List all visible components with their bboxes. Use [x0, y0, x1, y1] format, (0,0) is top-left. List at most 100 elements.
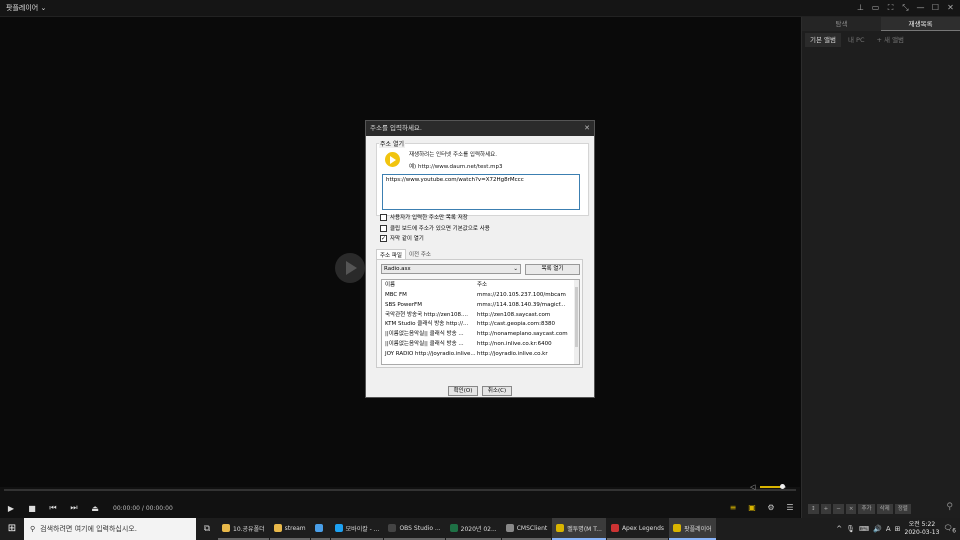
- play-icon[interactable]: [335, 253, 365, 283]
- taskbar-app[interactable]: OBS Studio ...: [384, 518, 445, 540]
- table-row[interactable]: MBC FM mms://210.105.237.100/mbcam: [382, 291, 579, 301]
- ime-icon[interactable]: A: [886, 525, 891, 533]
- task-view-icon[interactable]: ⧉: [196, 524, 218, 534]
- notification-icon[interactable]: 🗨6: [943, 524, 956, 534]
- search-icon[interactable]: ⚲: [946, 502, 953, 512]
- tab-my-pc[interactable]: 내 PC: [843, 33, 870, 47]
- checkbox-row-clipboard[interactable]: 클립 보드에 주소가 있으면 기본값으로 사용: [380, 224, 490, 232]
- table-row[interactable]: 국악관현 방송국 http://zen108.... http://zen108.…: [382, 311, 579, 321]
- taskbar-app[interactable]: 모바이칼 - ...: [330, 518, 384, 540]
- eject-button[interactable]: ⏏: [90, 504, 100, 513]
- checkbox-label: 사용자가 입력한 주소만 목록 저장: [390, 215, 468, 221]
- keyboard-icon[interactable]: ⌨: [859, 525, 869, 533]
- cms-icon: [505, 524, 514, 532]
- folder-icon: [222, 524, 230, 532]
- taskbar-app[interactable]: [310, 518, 330, 540]
- checkbox-row-save-user[interactable]: 사용자가 입력한 주소만 목록 저장: [380, 213, 468, 221]
- sidebar-tabs: 탐색 재생목록: [802, 17, 960, 31]
- capture-icon[interactable]: ▣: [746, 502, 758, 514]
- sort-button[interactable]: ↕: [808, 503, 819, 514]
- ok-button[interactable]: 확인(O): [448, 386, 478, 396]
- taskbar-app[interactable]: CMSClient: [501, 518, 552, 540]
- equalizer-icon[interactable]: ≡: [727, 502, 739, 514]
- microphone-icon[interactable]: 🎙: [846, 525, 855, 533]
- play-button[interactable]: ▶: [6, 504, 16, 513]
- taskbar-app[interactable]: stream: [269, 518, 310, 540]
- close-icon[interactable]: ✕: [945, 2, 956, 14]
- app-title[interactable]: 팟플레이어 ⌄: [6, 3, 46, 13]
- apex-icon: [610, 524, 619, 532]
- checkbox-label: 자막 같이 열기: [390, 236, 424, 242]
- open-list-button[interactable]: 목록 열기: [525, 264, 580, 275]
- network-icon[interactable]: ⊞: [895, 525, 901, 533]
- playlist-panel: 탐색 재생목록 기본 앨범 내 PC + 새 앨범 ↕ + − × 추가 삭제 …: [801, 17, 960, 518]
- windows-start-icon[interactable]: ⊞: [0, 518, 24, 540]
- close-icon[interactable]: ✕: [584, 121, 590, 136]
- minimize-icon[interactable]: —: [915, 2, 926, 14]
- taskbar-app[interactable]: 팟플레이어: [669, 518, 716, 540]
- taskbar-app[interactable]: Apex Legends: [606, 518, 669, 540]
- scrollbar-thumb[interactable]: [575, 287, 578, 347]
- table-row[interactable]: KTM Studio 클래식 방송 http://... http://cast.…: [382, 320, 579, 330]
- next-button[interactable]: ⏭: [69, 503, 79, 513]
- playback-controls: ◁ ▶ ■ ⏮ ⏭ ⏏ 00:00:00 / 00:00:00 ≡ ▣ ⚙ ☰: [0, 483, 800, 518]
- store-icon: [314, 524, 323, 532]
- mini-icon[interactable]: ▭: [870, 2, 881, 14]
- delete-button[interactable]: 삭제: [876, 503, 893, 514]
- volume-slider[interactable]: [760, 484, 786, 489]
- tab-browse[interactable]: 탐색: [802, 17, 881, 31]
- pin-icon[interactable]: ⊥: [855, 2, 866, 14]
- checkbox-row-subtitle[interactable]: ✓ 자막 같이 열기: [380, 234, 424, 242]
- speaker-icon[interactable]: 🔊: [873, 525, 882, 533]
- table-row[interactable]: ||이름없는음악실|| 클래식 방송 ... http://nonameplano…: [382, 330, 579, 340]
- folder-icon: [273, 524, 282, 532]
- dialog-buttons: 확인(O) 취소(C): [448, 386, 512, 396]
- checkbox-clipboard[interactable]: [380, 224, 387, 232]
- taskbar-app[interactable]: 2020년 02...: [445, 518, 501, 540]
- table-row[interactable]: JOY RADIO http://joyradio.inlive... http:…: [382, 350, 579, 360]
- maximize-icon[interactable]: ☐: [930, 2, 941, 14]
- system-tray: ^ 🎙 ⌨ 🔊 A ⊞ 오전 5:22 2020-03-13 🗨6: [836, 518, 956, 540]
- music-icon: [556, 524, 565, 532]
- table-row[interactable]: SBS PowerFM mms://114.108.140.39/magicf..…: [382, 301, 579, 311]
- table-scrollbar[interactable]: [574, 280, 579, 364]
- remove-icon-button[interactable]: −: [833, 503, 844, 514]
- chevron-up-icon[interactable]: ^: [836, 525, 842, 533]
- clear-icon-button[interactable]: ×: [845, 503, 857, 514]
- stop-button[interactable]: ■: [27, 504, 37, 513]
- add-icon-button[interactable]: +: [820, 503, 832, 514]
- menu-icon[interactable]: ☰: [784, 502, 796, 514]
- previous-button[interactable]: ⏮: [48, 503, 58, 513]
- volume-icon[interactable]: ◁: [750, 483, 755, 491]
- taskbar: ⊞ ⚲ 검색하려면 여기에 입력하십시오. ⧉ 10.공유폴더 stream 모바…: [0, 518, 960, 540]
- tab-new-album[interactable]: + 새 앨범: [872, 33, 910, 47]
- gear-icon[interactable]: ⚙: [765, 502, 777, 514]
- example-text: 예) http://www.daum.net/test.mp3: [409, 164, 503, 170]
- seek-bar[interactable]: [4, 489, 796, 491]
- playlist-list[interactable]: [802, 49, 960, 497]
- obs-icon: [388, 524, 397, 532]
- checkbox-subtitle[interactable]: ✓: [380, 234, 387, 242]
- checkbox-save-user[interactable]: [380, 213, 387, 221]
- add-button[interactable]: 추가: [858, 503, 875, 514]
- fullscreen-icon[interactable]: ⛶: [885, 2, 896, 14]
- tab-playlist[interactable]: 재생목록: [881, 17, 960, 31]
- taskbar-app[interactable]: 10.공유폴더: [218, 518, 269, 540]
- cancel-button[interactable]: 취소(C): [482, 386, 512, 396]
- taskbar-search-input[interactable]: ⚲ 검색하려면 여기에 입력하십시오.: [24, 518, 196, 540]
- clock[interactable]: 오전 5:22 2020-03-13: [905, 521, 940, 537]
- url-input[interactable]: https://www.youtube.com/watch?v=X72Hg8rM…: [382, 174, 580, 210]
- url-dialog: 주소를 입력하세요. ✕ 주소 열기 재생하려는 인터넷 주소를 입력하세요. …: [365, 120, 595, 398]
- hint-text: 재생하려는 인터넷 주소를 입력하세요.: [409, 152, 497, 158]
- resize-icon[interactable]: ⤡: [900, 2, 911, 14]
- group-label: 주소 열기: [379, 139, 405, 148]
- arrange-button[interactable]: 정렬: [894, 503, 911, 514]
- taskbar-app[interactable]: 멜투명(M T...: [552, 518, 606, 540]
- tab-default-album[interactable]: 기본 앨범: [805, 33, 841, 47]
- title-bar: 팟플레이어 ⌄ ⊥ ▭ ⛶ ⤡ — ☐ ✕: [0, 0, 960, 17]
- dialog-title: 주소를 입력하세요. ✕: [366, 121, 594, 136]
- search-icon: ⚲: [30, 525, 36, 533]
- file-select[interactable]: Radio.asx ⌄: [381, 264, 521, 274]
- potplayer-icon: [673, 524, 682, 532]
- table-row[interactable]: ||이름없는음악실|| 클래식 방송 ... http://non.inlive.…: [382, 340, 579, 350]
